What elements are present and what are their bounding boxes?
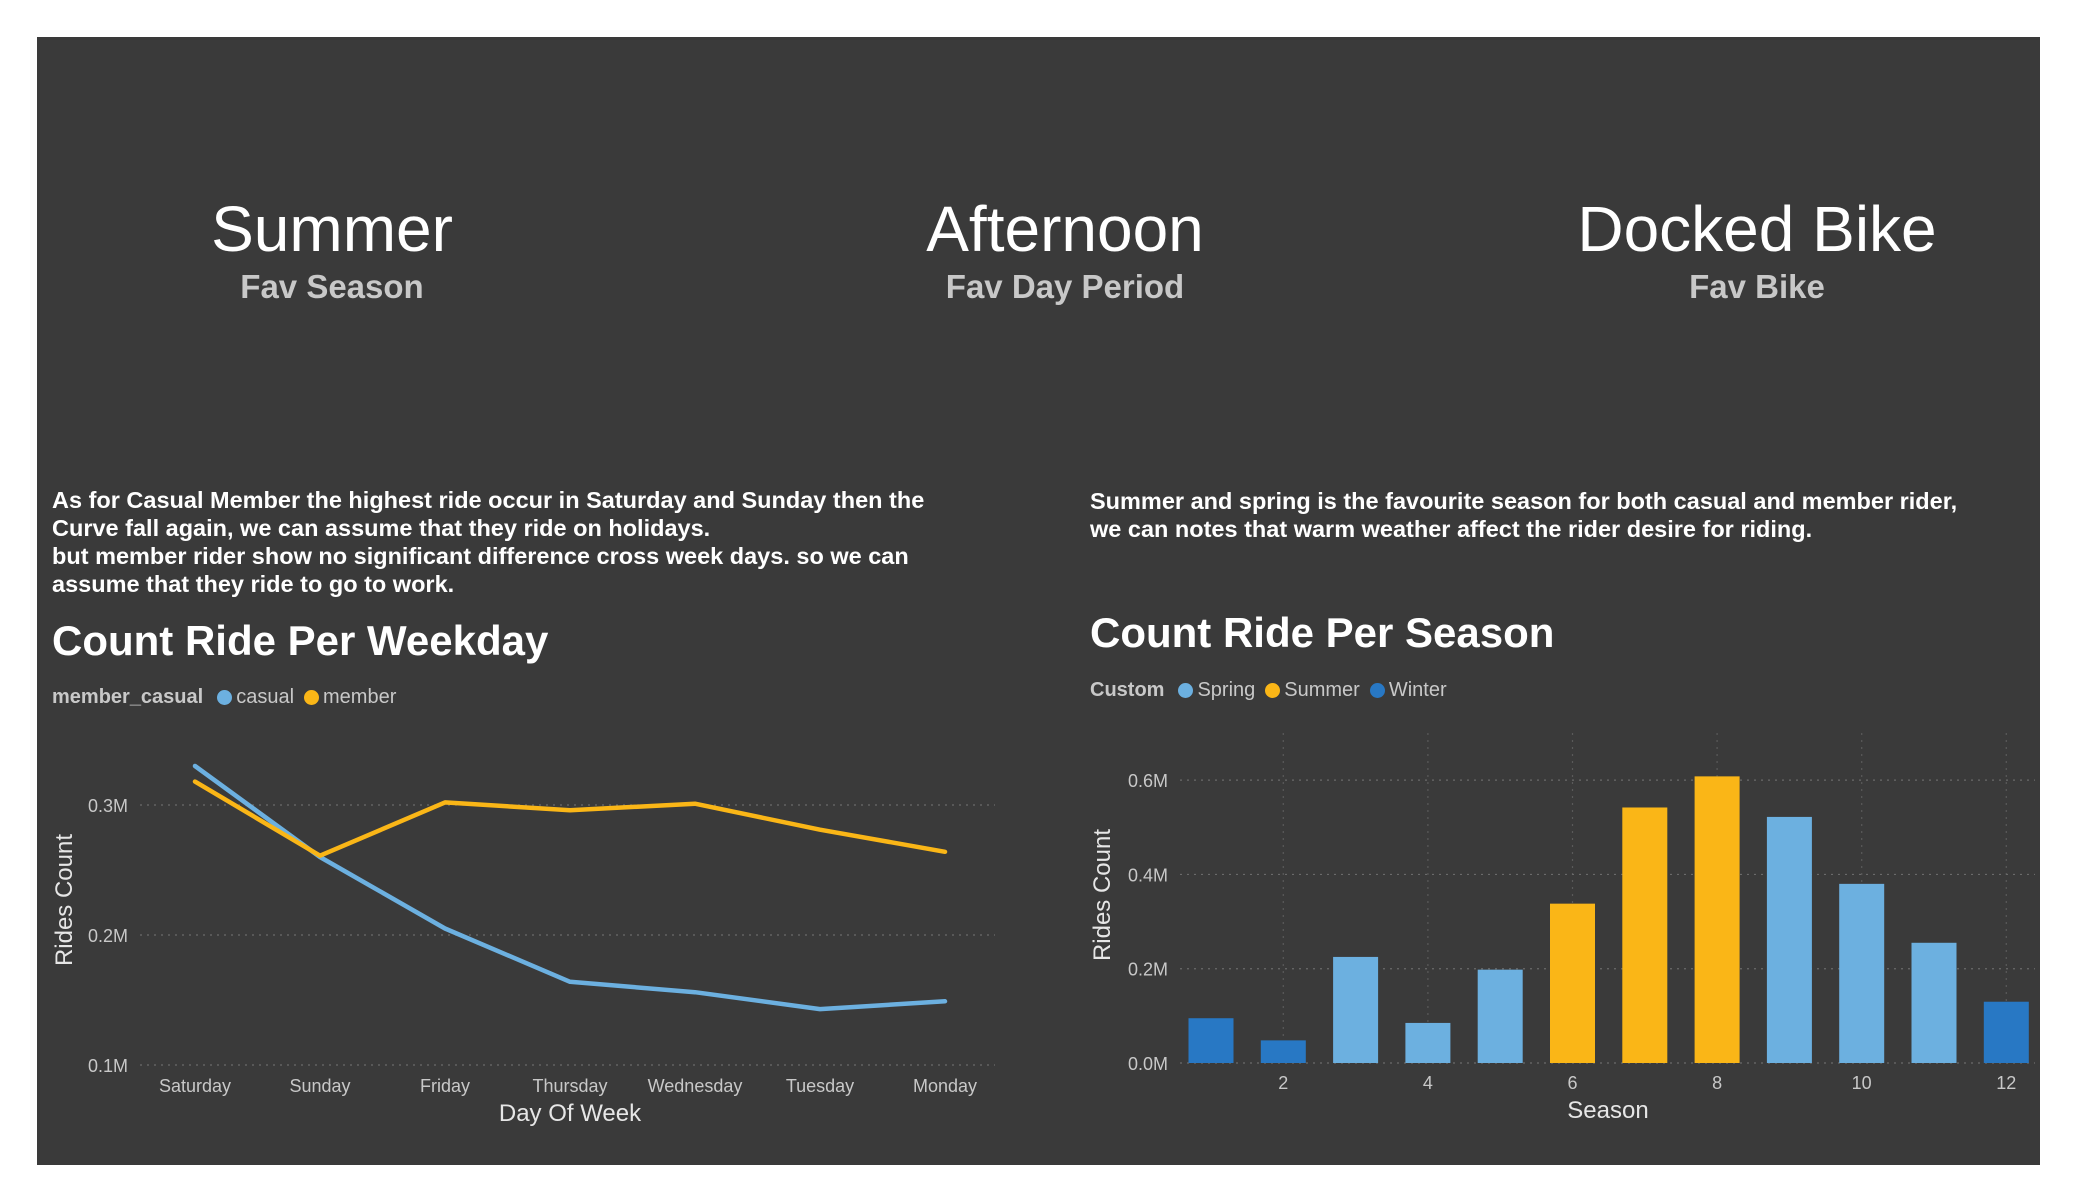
bar-month-5: [1477, 969, 1523, 1063]
bar-month-12: [1983, 1001, 2029, 1063]
x-tick-label: 2: [1278, 1073, 1288, 1093]
y-axis-title: Rides Count: [1089, 829, 1116, 961]
y-tick-label: 0.2M: [1128, 960, 1168, 980]
y-tick-label: 0.4M: [1128, 865, 1168, 885]
bar-month-4: [1405, 1022, 1451, 1063]
x-tick-label: 8: [1712, 1073, 1722, 1093]
x-tick-label: 10: [1852, 1073, 1872, 1093]
bar-month-2: [1260, 1040, 1306, 1063]
bar-month-9: [1766, 816, 1812, 1063]
bar-month-8: [1694, 776, 1740, 1063]
bar-month-10: [1839, 883, 1885, 1063]
bar-month-11: [1911, 942, 1957, 1063]
x-tick-label: 12: [1996, 1073, 2016, 1093]
y-tick-label: 0.6M: [1128, 771, 1168, 791]
y-tick-label: 0.0M: [1128, 1054, 1168, 1074]
bar-month-6: [1550, 903, 1595, 1063]
x-tick-label: 6: [1567, 1073, 1577, 1093]
bar-month-1: [1188, 1018, 1234, 1063]
bar-month-7: [1622, 807, 1668, 1063]
x-axis-title: Season: [1567, 1097, 1648, 1124]
x-tick-label: 4: [1423, 1073, 1433, 1093]
season-bar-chart: 0.0M 0.2M 0.4M 0.6M 2 4 6 8 10 12 Season Rides Coun…: [1089, 733, 2035, 1124]
bar-month-3: [1333, 956, 1379, 1063]
